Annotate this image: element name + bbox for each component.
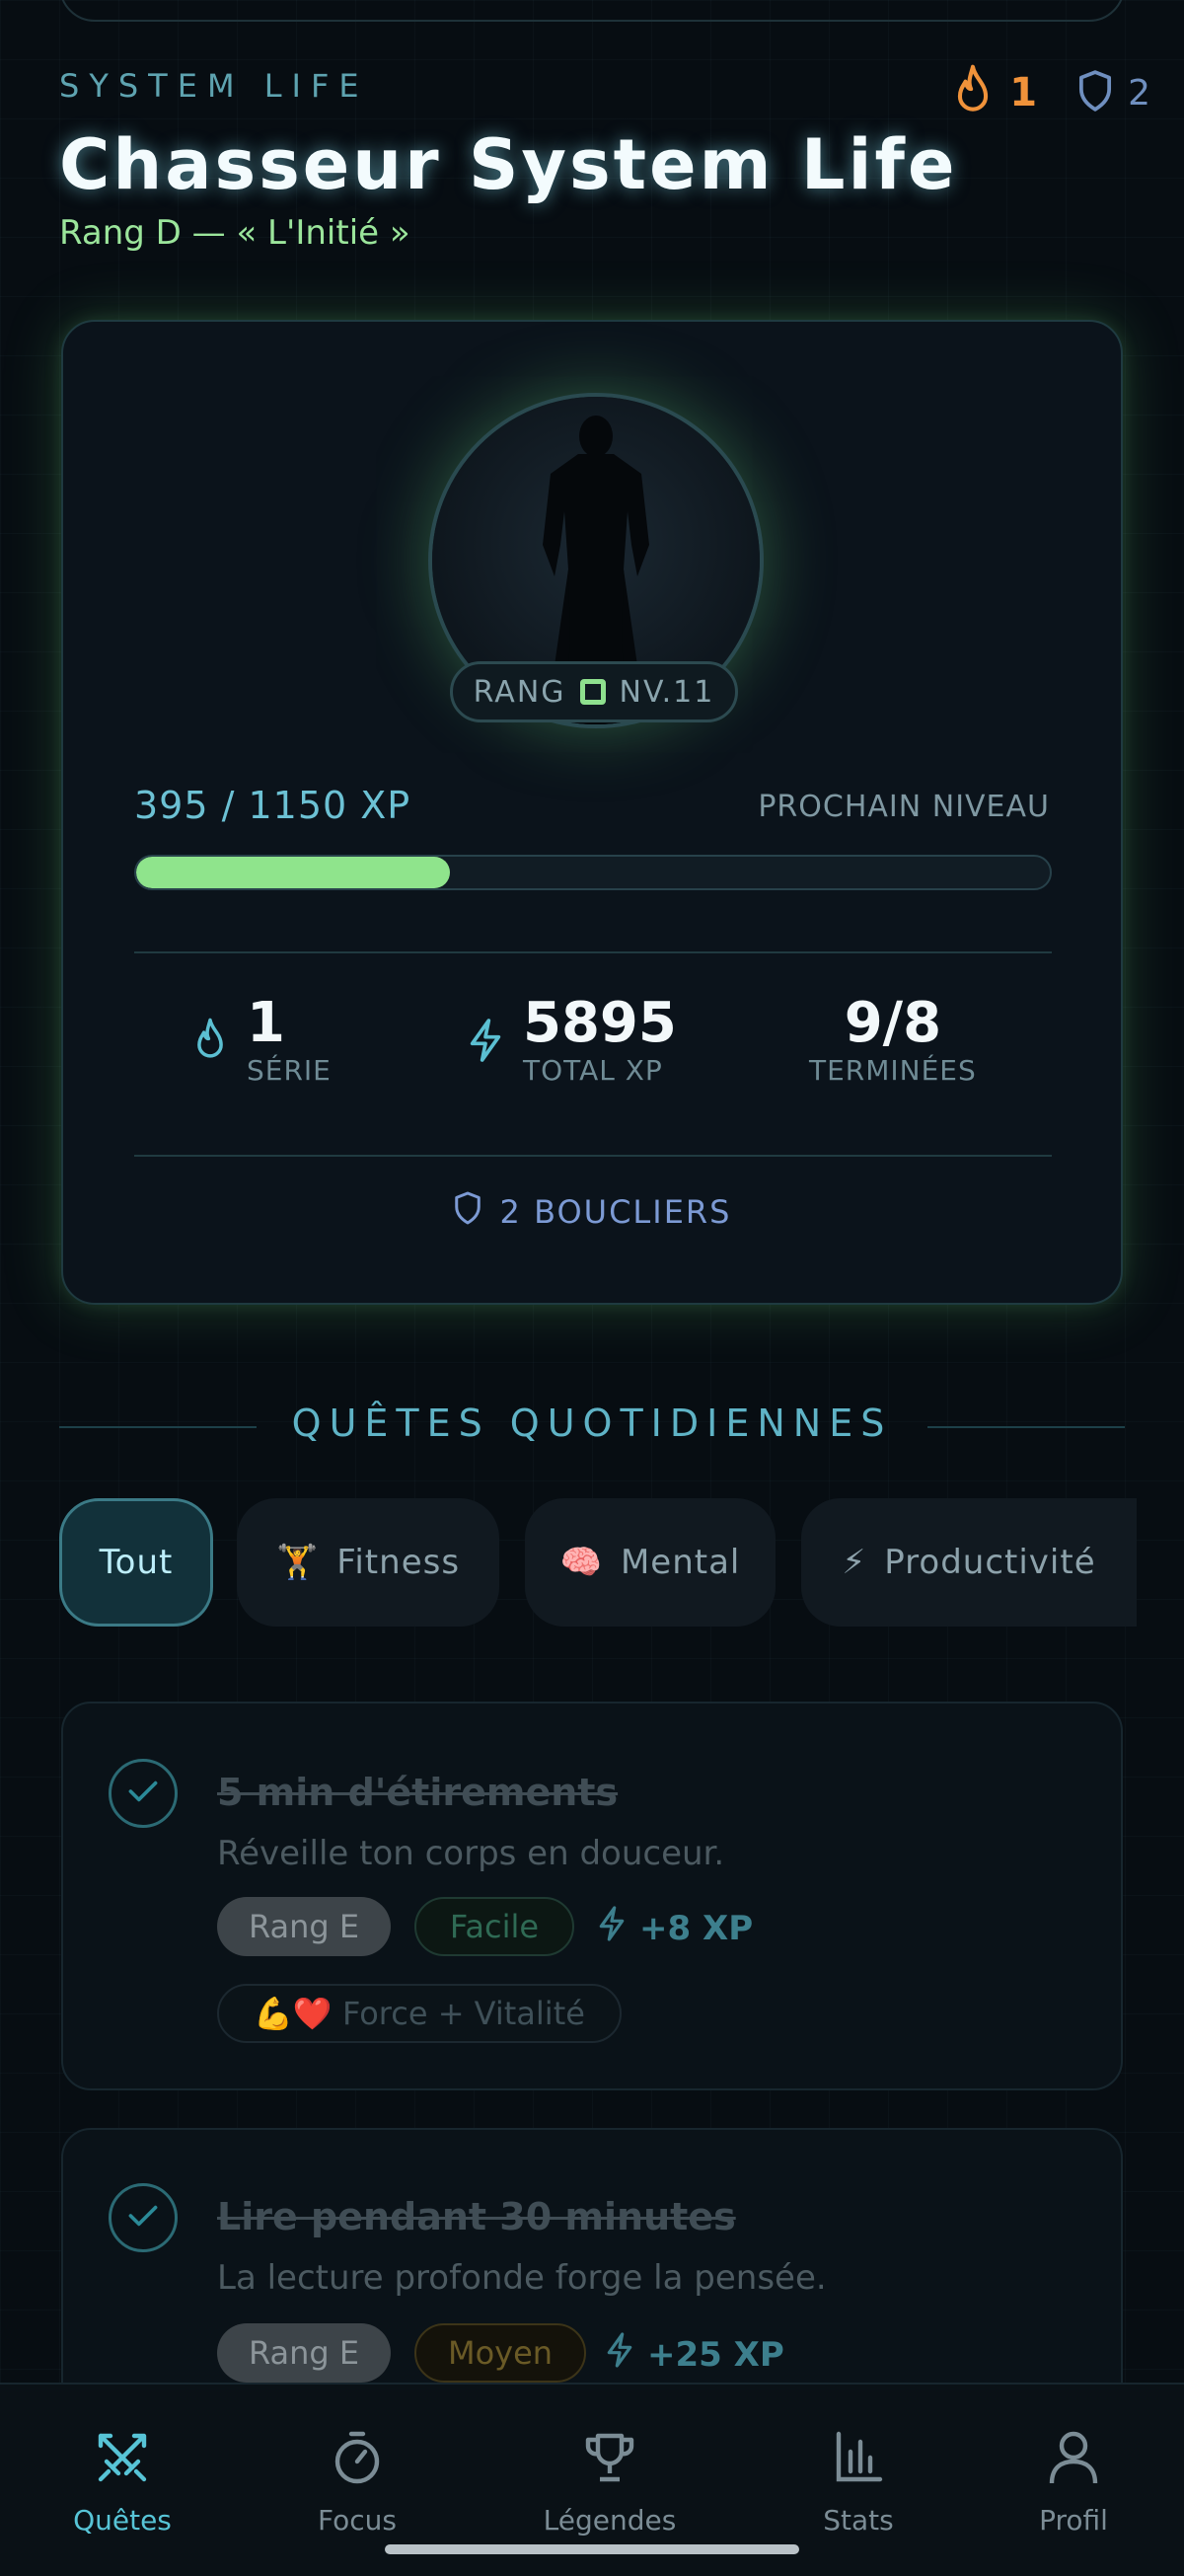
xp-progress-fill xyxy=(136,857,451,888)
user-icon xyxy=(1046,2428,1101,2494)
brain-icon: 🧠 xyxy=(559,1543,603,1582)
home-indicator xyxy=(385,2544,799,2554)
stopwatch-icon xyxy=(330,2428,385,2494)
stat-value: 1 xyxy=(247,991,285,1055)
filter-label: Productivité xyxy=(884,1543,1096,1582)
rank-subtitle: Rang D — « L'Initié » xyxy=(59,213,410,253)
bar-chart-icon xyxy=(831,2428,886,2494)
stat-total-xp: 5895 TOTAL XP xyxy=(466,993,677,1088)
filter-label: Tout xyxy=(99,1543,174,1582)
tab-label: Légendes xyxy=(543,2504,677,2537)
quest-description: La lecture profonde forge la pensée. xyxy=(217,2258,827,2298)
tab-focus[interactable]: Focus xyxy=(259,2428,456,2537)
profile-card: RANG NV.11 395 / 1150 XP PROCHAIN NIVEAU… xyxy=(61,320,1123,1305)
lightning-icon: ⚡ xyxy=(842,1543,867,1582)
quest-difficulty-tag: Moyen xyxy=(414,2323,586,2383)
streak-count: 1 xyxy=(1009,70,1038,115)
rank-level-badge: RANG NV.11 xyxy=(450,661,738,722)
dumbbell-icon: 🏋️ xyxy=(275,1543,320,1582)
trophy-icon xyxy=(580,2428,639,2494)
tab-profile[interactable]: Profil xyxy=(975,2428,1172,2537)
quest-difficulty-tag: Facile xyxy=(414,1897,574,1956)
quest-rank-tag: Rang E xyxy=(217,1897,391,1956)
tab-label: Quêtes xyxy=(73,2504,172,2537)
stat-completed: 9/8 TERMINÉES xyxy=(809,993,977,1088)
stat-label: SÉRIE xyxy=(247,1054,332,1087)
shield-icon xyxy=(453,1190,482,1234)
stat-label: TOTAL XP xyxy=(523,1054,663,1087)
filter-label: Fitness xyxy=(336,1543,461,1582)
level-label: NV.11 xyxy=(619,674,715,710)
bolt-icon xyxy=(596,1905,628,1951)
filter-chip-productivity[interactable]: ⚡ Productivité xyxy=(801,1498,1137,1627)
stat-streak: 1 SÉRIE xyxy=(191,993,332,1088)
stats-divider-top xyxy=(134,951,1052,953)
quest-xp-reward: +8 XP xyxy=(596,1905,753,1951)
shields-text: 2 BOUCLIERS xyxy=(499,1193,732,1231)
flame-icon xyxy=(950,63,996,122)
app-eyebrow: SYSTEM LIFE xyxy=(59,67,369,105)
xp-progress-bar xyxy=(134,855,1052,890)
stat-label: TERMINÉES xyxy=(809,1054,977,1087)
checkmark-icon xyxy=(126,1778,160,1809)
swords-icon xyxy=(93,2428,152,2494)
tab-label: Focus xyxy=(318,2504,397,2537)
quest-check-button[interactable] xyxy=(109,1759,178,1828)
quest-description: Réveille ton corps en douceur. xyxy=(217,1834,725,1873)
tab-quests[interactable]: Quêtes xyxy=(24,2428,221,2537)
filter-chip-all[interactable]: Tout xyxy=(59,1498,213,1627)
filter-chip-mental[interactable]: 🧠 Mental xyxy=(525,1498,776,1627)
quest-rank-tag: Rang E xyxy=(217,2323,391,2383)
section-title: QUÊTES QUOTIDIENNES xyxy=(291,1402,893,1445)
stat-value: 9/8 xyxy=(844,991,942,1055)
quest-check-button[interactable] xyxy=(109,2183,178,2252)
quest-title: 5 min d'étirements xyxy=(217,1771,619,1814)
next-level-label: PROCHAIN NIVEAU xyxy=(758,790,1050,824)
tab-label: Stats xyxy=(823,2504,894,2537)
previous-card-edge xyxy=(59,0,1125,22)
tab-label: Profil xyxy=(1039,2504,1108,2537)
filter-label: Mental xyxy=(620,1543,741,1582)
quest-card[interactable]: 5 min d'étirements Réveille ton corps en… xyxy=(61,1702,1123,2090)
section-line-right xyxy=(927,1426,1125,1428)
tab-legends[interactable]: Légendes xyxy=(511,2428,708,2537)
quest-category-tag: 💪❤️ Force + Vitalité xyxy=(217,1984,622,2043)
shields-row: 2 BOUCLIERS xyxy=(63,1190,1121,1234)
checkmark-icon xyxy=(126,2202,160,2234)
bolt-icon xyxy=(466,1017,505,1068)
flame-icon xyxy=(191,1017,229,1068)
quest-title: Lire pendant 30 minutes xyxy=(217,2195,736,2238)
rank-label: RANG xyxy=(473,674,566,710)
shield-count: 2 xyxy=(1128,72,1150,114)
shield-icon xyxy=(1076,69,1114,116)
xp-progress-text: 395 / 1150 XP xyxy=(134,784,411,827)
quest-xp-value: +25 XP xyxy=(647,2334,784,2375)
tab-stats[interactable]: Stats xyxy=(760,2428,957,2537)
page-title: Chasseur System Life xyxy=(59,124,958,205)
stats-divider-bottom xyxy=(134,1155,1052,1157)
filter-chip-fitness[interactable]: 🏋️ Fitness xyxy=(237,1498,499,1627)
rank-d-icon xyxy=(579,679,606,705)
quest-xp-reward: +25 XP xyxy=(604,2331,784,2378)
quest-xp-value: +8 XP xyxy=(639,1908,754,1948)
header-counters: 1 2 xyxy=(950,63,1150,122)
stat-value: 5895 xyxy=(523,991,677,1055)
bolt-icon xyxy=(604,2331,635,2378)
